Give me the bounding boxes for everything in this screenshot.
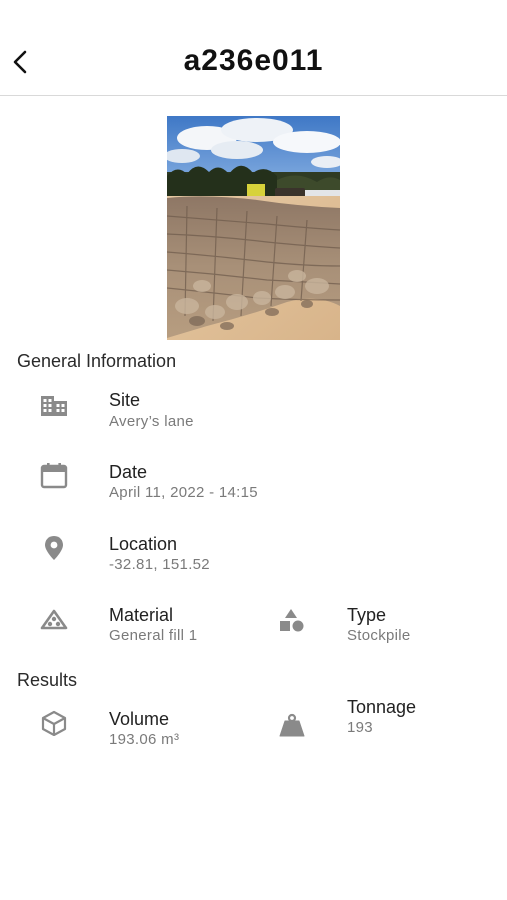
site-label: Site [109, 390, 141, 410]
map-pin-icon [40, 534, 68, 562]
material-pile-icon [40, 606, 68, 634]
material-label: Material [109, 605, 174, 625]
material-value: General fill 1 [109, 627, 198, 644]
type-label: Type [347, 605, 387, 625]
stockpile-photo[interactable] [167, 116, 340, 340]
site-value: Avery’s lane [109, 413, 194, 430]
location-value: -32.81, 151.52 [109, 556, 210, 573]
date-label: Date [109, 462, 148, 482]
tonnage-value: 193 [347, 719, 373, 736]
location-label: Location [109, 534, 178, 554]
section-title-general-information: General Information [17, 351, 177, 371]
type-value: Stockpile [347, 627, 411, 644]
page-title: a236e011 [183, 44, 324, 77]
date-value: April 11, 2022 - 14:15 [109, 484, 258, 501]
stockpile-photo-image [167, 116, 340, 340]
top-app-bar: a236e011 [0, 0, 507, 96]
cube-icon [40, 709, 68, 737]
tonnage-label: Tonnage [347, 697, 417, 717]
shapes-icon [278, 606, 306, 634]
volume-label: Volume [109, 709, 170, 729]
section-title-results: Results [17, 670, 78, 690]
building-icon [40, 392, 68, 420]
weight-icon [278, 711, 306, 739]
calendar-icon [40, 462, 68, 490]
volume-value: 193.06 m³ [109, 731, 180, 748]
